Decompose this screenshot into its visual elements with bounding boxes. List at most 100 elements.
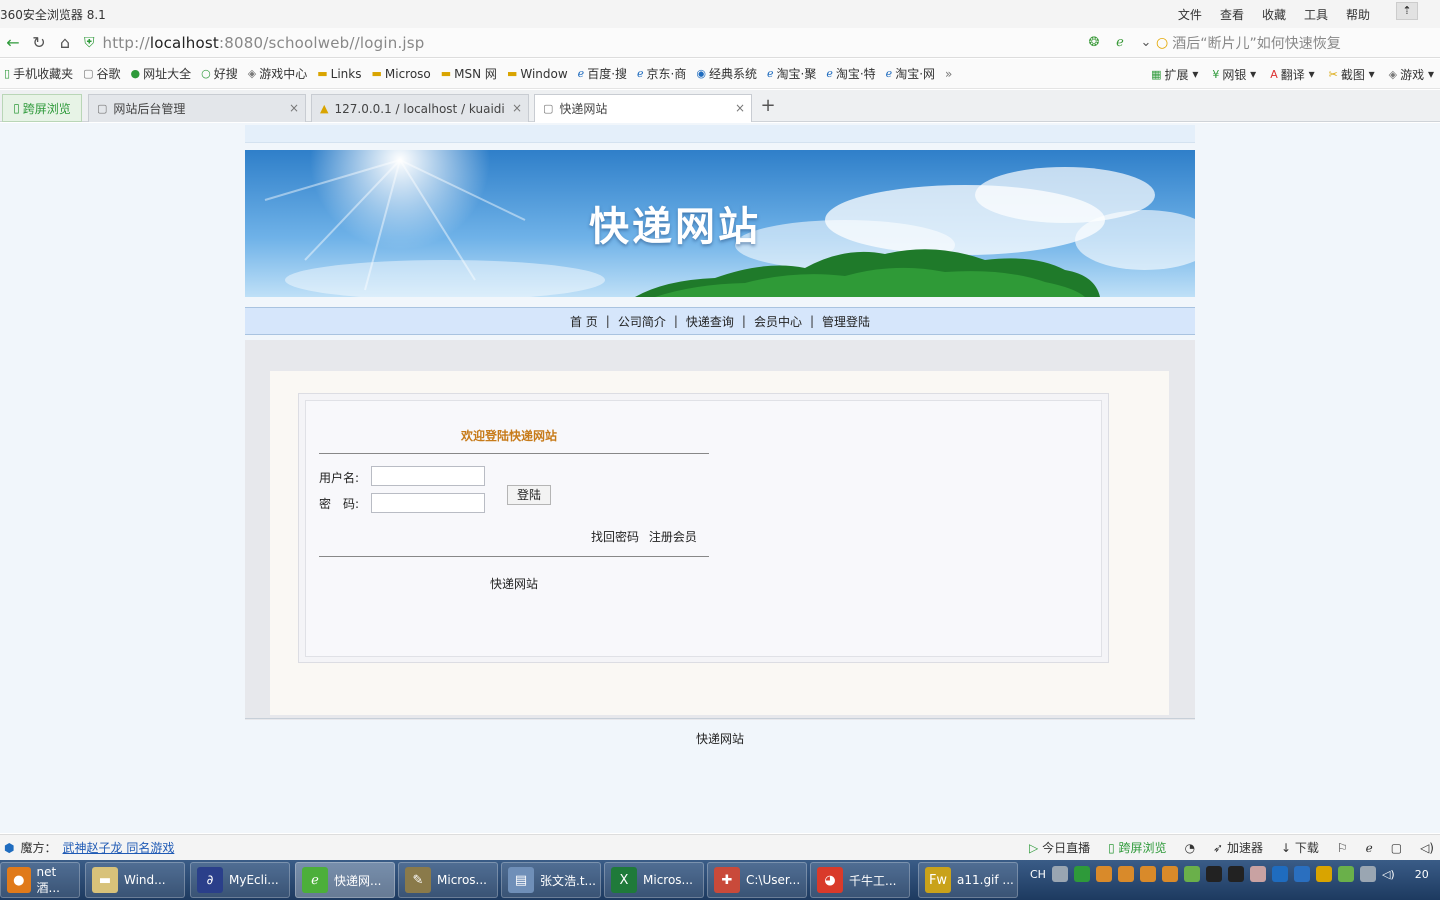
tab-express-site[interactable]: ▢ 快递网站 × xyxy=(534,94,752,122)
close-icon[interactable]: × xyxy=(735,101,745,115)
taskbar-item[interactable]: ▤ 张文浩.t... xyxy=(501,862,601,898)
nav-admin-login[interactable]: 管理登陆 xyxy=(820,313,872,330)
refresh-icon[interactable]: ↻ xyxy=(26,30,52,56)
home-icon[interactable]: ⌂ xyxy=(52,30,78,56)
search-icon: ○ xyxy=(201,67,211,80)
tab-phpmyadmin[interactable]: ▲ 127.0.0.1 / localhost / kuaidi × xyxy=(311,94,529,122)
taskbar-item[interactable]: ∂ MyEcli... xyxy=(190,862,290,898)
tray-app-icon[interactable] xyxy=(1095,866,1112,882)
bookmark-item[interactable]: ▬ MSN 网 xyxy=(441,65,497,82)
close-icon[interactable]: × xyxy=(289,101,299,115)
screenshot-button[interactable]: ✂ 截图 ▾ xyxy=(1329,66,1375,83)
address-bar: ← ↻ ⌂ ⛨ http://localhost:8080/schoolweb/… xyxy=(0,28,1440,58)
bookmark-item[interactable]: ℯ 淘宝·网 xyxy=(886,65,935,82)
accelerator-button[interactable]: ➶ 加速器 xyxy=(1213,839,1263,856)
menu-item-favorites[interactable]: 收藏 xyxy=(1262,6,1286,23)
nav-home[interactable]: 首 页 xyxy=(568,313,600,330)
qq-icon[interactable] xyxy=(1227,866,1244,882)
taskbar-item[interactable]: ● net 酒... xyxy=(0,862,80,898)
nav-members[interactable]: 会员中心 xyxy=(752,313,804,330)
tray-app-icon[interactable] xyxy=(1249,866,1266,882)
nav-company[interactable]: 公司简介 xyxy=(616,313,668,330)
url-field[interactable]: ⛨ http://localhost:8080/schoolweb//login… xyxy=(84,30,1149,56)
register-link[interactable]: 注册会员 xyxy=(649,530,697,544)
back-icon[interactable]: ← xyxy=(0,30,26,56)
more-bookmarks-icon[interactable]: » xyxy=(945,67,952,81)
download-button[interactable]: ↓ 下载 xyxy=(1281,839,1319,856)
taskbar-item[interactable]: X Micros... xyxy=(604,862,704,898)
tray-app-icon[interactable] xyxy=(1139,866,1156,882)
language-indicator[interactable]: CH xyxy=(1030,868,1046,881)
cross-screen-status-button[interactable]: ▯ 跨屏浏览 xyxy=(1108,839,1166,856)
close-icon[interactable]: × xyxy=(512,101,522,115)
volume-icon[interactable]: ◁) xyxy=(1382,868,1395,881)
bookmark-item[interactable]: ▢ 谷歌 xyxy=(83,65,120,82)
bookmark-item[interactable]: ▬ Microso xyxy=(371,67,430,81)
bookmark-item[interactable]: ▯ 手机收藏夹 xyxy=(4,65,73,82)
search-input[interactable]: ○ 酒后“断片儿”如何快速恢复 xyxy=(1156,32,1440,54)
bookmark-item[interactable]: ▬ Links xyxy=(317,67,361,81)
status-game-link[interactable]: 武神赵子龙 同名游戏 xyxy=(63,839,175,856)
bookmark-item[interactable]: ℯ 京东·商 xyxy=(637,65,686,82)
bookmark-item[interactable]: ▬ Window xyxy=(507,67,568,81)
tray-app-icon[interactable] xyxy=(1271,866,1288,882)
tray-app-icon[interactable] xyxy=(1117,866,1134,882)
network-icon[interactable] xyxy=(1359,866,1376,882)
bookmark-item[interactable]: ◈ 游戏中心 xyxy=(248,65,307,82)
pin-icon[interactable]: ⇡ xyxy=(1396,2,1418,20)
taskbar-item[interactable]: ▬ Wind... xyxy=(85,862,185,898)
divider xyxy=(319,556,709,557)
username-input[interactable] xyxy=(371,466,485,486)
tray-app-icon[interactable] xyxy=(1315,866,1332,882)
menu-item-view[interactable]: 查看 xyxy=(1220,6,1244,23)
ie-icon[interactable]: ℯ xyxy=(1366,841,1373,855)
tray-app-icon[interactable] xyxy=(1183,866,1200,882)
clock[interactable]: 20 xyxy=(1415,868,1429,881)
login-button[interactable]: 登陆 xyxy=(507,485,551,505)
taskbar-item[interactable]: ℯ 快递网... xyxy=(295,862,395,898)
toolbar-extensions: ▦ 扩展 ▾ ¥ 网银 ▾ A 翻译 ▾ ✂ 截图 ▾ ◈ 游戏 ▾ xyxy=(1151,59,1434,88)
bookmark-item[interactable]: ◉ 经典系统 xyxy=(696,65,757,82)
password-label: 密 码: xyxy=(319,497,360,511)
keyboard-icon[interactable] xyxy=(1051,866,1068,882)
speed-icon[interactable]: ❂ xyxy=(1084,32,1104,52)
gamepad-icon: ◈ xyxy=(1388,67,1398,81)
password-input[interactable] xyxy=(371,493,485,513)
menu-item-file[interactable]: 文件 xyxy=(1178,6,1202,23)
bookmark-item[interactable]: ℯ 淘宝·特 xyxy=(826,65,875,82)
ie-mode-icon[interactable]: ℯ xyxy=(1110,32,1130,52)
qq-icon[interactable] xyxy=(1205,866,1222,882)
taskbar-item[interactable]: Fw a11.gif ... xyxy=(918,862,1018,898)
url-text[interactable]: http://localhost:8080/schoolweb//login.j… xyxy=(103,34,425,52)
nav-tracking[interactable]: 快递查询 xyxy=(684,313,736,330)
bank-button[interactable]: ¥ 网银 ▾ xyxy=(1212,66,1256,83)
games-button[interactable]: ◈ 游戏 ▾ xyxy=(1389,66,1434,83)
window-icon[interactable]: ▢ xyxy=(1391,841,1402,855)
translate-button[interactable]: A 翻译 ▾ xyxy=(1270,66,1314,83)
chevron-down-icon[interactable]: ⌄ xyxy=(1136,32,1156,52)
new-tab-button[interactable]: + xyxy=(758,96,778,118)
eclipse-icon: ∂ xyxy=(197,867,223,893)
bookmark-item[interactable]: ℯ 淘宝·聚 xyxy=(767,65,816,82)
flag-icon[interactable]: ⚐ xyxy=(1337,841,1348,855)
divider xyxy=(319,453,709,454)
bookmark-item[interactable]: ● 网址大全 xyxy=(131,65,192,82)
tray-app-icon[interactable] xyxy=(1337,866,1354,882)
cross-screen-button[interactable]: ▯ 跨屏浏览 xyxy=(2,94,82,122)
taskbar-item[interactable]: ✚ C:\User... xyxy=(707,862,807,898)
live-button[interactable]: ▷ 今日直播 xyxy=(1029,839,1090,856)
forgot-password-link[interactable]: 找回密码 xyxy=(591,530,639,544)
menu-item-help[interactable]: 帮助 xyxy=(1346,6,1370,23)
tray-app-icon[interactable] xyxy=(1293,866,1310,882)
taskbar-item[interactable]: ✎ Micros... xyxy=(398,862,498,898)
bookmark-item[interactable]: ○ 好搜 xyxy=(201,65,238,82)
tray-app-icon[interactable] xyxy=(1161,866,1178,882)
extensions-button[interactable]: ▦ 扩展 ▾ xyxy=(1151,66,1198,83)
taskbar-item[interactable]: ◕ 千牛工... xyxy=(810,862,910,898)
bookmark-item[interactable]: ℯ 百度·搜 xyxy=(578,65,627,82)
tray-app-icon[interactable] xyxy=(1073,866,1090,882)
menu-item-tools[interactable]: 工具 xyxy=(1304,6,1328,23)
speaker-icon[interactable]: ◁) xyxy=(1420,841,1434,855)
tab-admin[interactable]: ▢ 网站后台管理 × xyxy=(88,94,306,122)
history-icon[interactable]: ◔ xyxy=(1185,841,1195,855)
